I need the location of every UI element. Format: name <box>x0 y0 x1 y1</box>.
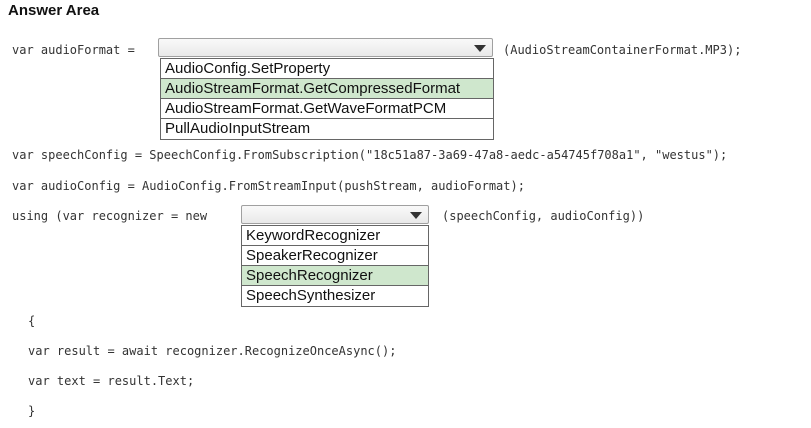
option-speakerrecognizer[interactable]: SpeakerRecognizer <box>242 246 428 266</box>
recognizer-dropdown[interactable] <box>241 205 429 224</box>
code-audioconfig-line: var audioConfig = AudioConfig.FromStream… <box>12 179 525 193</box>
option-speechrecognizer[interactable]: SpeechRecognizer <box>242 266 428 286</box>
code-audioformat-suffix: (AudioStreamContainerFormat.MP3); <box>503 43 742 57</box>
code-text-line: var text = result.Text; <box>28 374 195 388</box>
audio-format-options-list: AudioConfig.SetProperty AudioStreamForma… <box>160 58 494 140</box>
chevron-down-icon[interactable] <box>410 212 422 219</box>
code-recognize-line: var result = await recognizer.RecognizeO… <box>28 344 397 358</box>
code-using-suffix: (speechConfig, audioConfig)) <box>442 209 645 223</box>
audio-format-dropdown[interactable] <box>158 38 493 57</box>
option-keywordrecognizer[interactable]: KeywordRecognizer <box>242 226 428 246</box>
chevron-down-icon[interactable] <box>474 45 486 52</box>
option-audiostreamformat-getwaveformatpcm[interactable]: AudioStreamFormat.GetWaveFormatPCM <box>161 99 493 119</box>
code-brace-open: { <box>28 314 36 328</box>
code-brace-close: } <box>28 404 36 418</box>
recognizer-options-list: KeywordRecognizer SpeakerRecognizer Spee… <box>241 225 429 307</box>
code-speechconfig-line: var speechConfig = SpeechConfig.FromSubs… <box>12 148 728 162</box>
option-speechsynthesizer[interactable]: SpeechSynthesizer <box>242 286 428 306</box>
page-title: Answer Area <box>8 2 100 19</box>
option-audioconfig-setproperty[interactable]: AudioConfig.SetProperty <box>161 59 493 79</box>
code-audioformat-prefix: var audioFormat = <box>12 43 135 57</box>
code-using-prefix: using (var recognizer = new <box>12 209 208 223</box>
option-pullaudioinputstream[interactable]: PullAudioInputStream <box>161 119 493 139</box>
option-audiostreamformat-getcompressedformat[interactable]: AudioStreamFormat.GetCompressedFormat <box>161 79 493 99</box>
